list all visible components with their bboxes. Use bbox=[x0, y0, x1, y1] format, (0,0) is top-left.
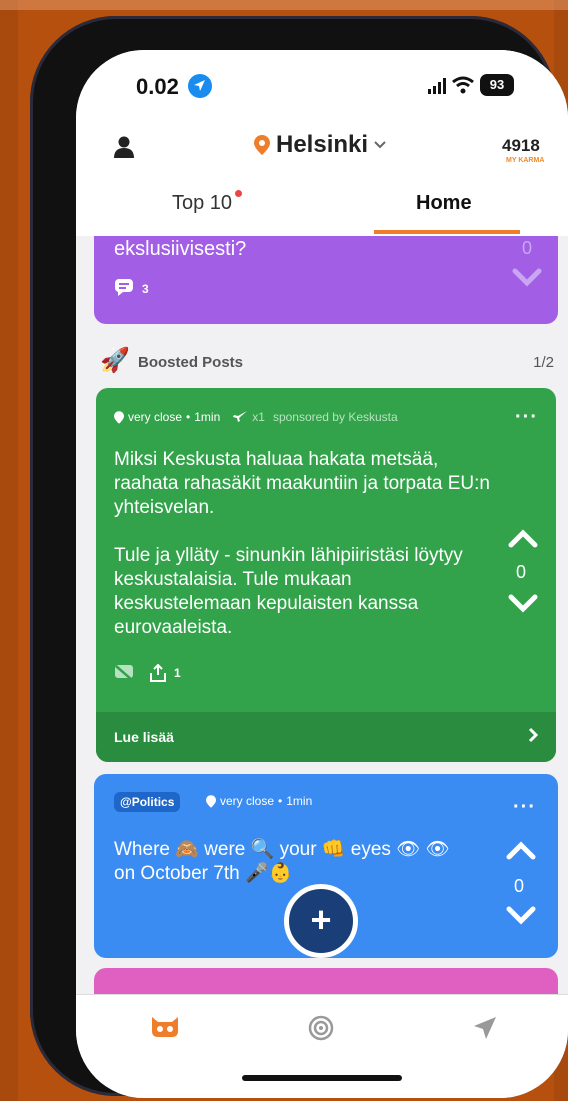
upvote-icon[interactable] bbox=[508, 528, 538, 548]
boosted-posts-header: 🚀 Boosted Posts 1/2 bbox=[76, 346, 568, 382]
rocket-icon: 🚀 bbox=[100, 347, 130, 374]
comment-count: 3 bbox=[142, 282, 149, 296]
send-icon[interactable] bbox=[472, 1015, 498, 1041]
tab-top10[interactable]: Top 10 bbox=[172, 192, 232, 215]
wifi-icon bbox=[452, 76, 474, 94]
boost-rocket-icon bbox=[233, 411, 248, 422]
downvote-icon[interactable] bbox=[512, 268, 542, 288]
city-selector[interactable]: Helsinki bbox=[254, 130, 386, 160]
channels-icon[interactable] bbox=[308, 1015, 334, 1041]
meta-separator: • bbox=[186, 410, 191, 424]
plus-icon: + bbox=[310, 899, 332, 940]
no-comments-icon[interactable] bbox=[114, 664, 134, 682]
karma-label: MY KARMA bbox=[506, 157, 545, 164]
post-text: ekslusiivisesti? bbox=[114, 238, 247, 260]
jodel-home-icon[interactable] bbox=[150, 1015, 180, 1039]
post-body: Miksi Keskusta haluaa hakata metsää, raa… bbox=[114, 449, 490, 638]
tab-bar-top: Top 10 Home bbox=[76, 180, 568, 236]
meta-separator: • bbox=[278, 794, 283, 808]
downvote-icon[interactable] bbox=[508, 594, 538, 614]
comment-icon[interactable] bbox=[114, 278, 134, 296]
post-meta: very close • 1min x1 sponsored by Keskus… bbox=[114, 410, 398, 424]
active-tab-underline bbox=[374, 230, 520, 234]
location-pin-icon bbox=[114, 410, 124, 424]
location-pin-icon bbox=[254, 135, 270, 155]
more-options-icon[interactable]: ··· bbox=[515, 406, 538, 429]
location-pin-icon bbox=[206, 794, 216, 808]
read-more-button[interactable]: Lue lisää bbox=[96, 712, 556, 762]
bottom-tab-bar bbox=[76, 994, 568, 1098]
tab-home[interactable]: Home bbox=[416, 192, 472, 215]
battery-indicator: 93 bbox=[480, 74, 514, 96]
status-time: 0.02 bbox=[136, 74, 179, 99]
profile-icon[interactable] bbox=[112, 136, 136, 158]
signal-icon bbox=[428, 78, 446, 94]
post-card-sponsored[interactable]: very close • 1min x1 sponsored by Keskus… bbox=[96, 388, 556, 762]
boosted-label: Boosted Posts bbox=[138, 354, 244, 371]
boosted-page-indicator: 1/2 bbox=[533, 354, 554, 371]
vote-count: 0 bbox=[515, 562, 526, 582]
post-meta: very close • 1min bbox=[206, 794, 312, 808]
post-distance: very close bbox=[128, 410, 183, 424]
status-bar: 0.02 93 bbox=[76, 50, 568, 130]
share-count: 1 bbox=[174, 666, 181, 680]
karma-value[interactable]: 4918 bbox=[502, 136, 540, 156]
notification-dot bbox=[235, 190, 242, 197]
background-top bbox=[0, 0, 568, 10]
share-group[interactable]: 1 bbox=[150, 664, 181, 682]
new-post-button[interactable]: + bbox=[284, 884, 358, 958]
more-options-icon[interactable]: ··· bbox=[513, 796, 536, 819]
boost-count: x1 bbox=[252, 410, 265, 424]
chevron-right-icon bbox=[528, 727, 538, 743]
post-card-purple[interactable]: ekslusiivisesti? 0 3 bbox=[94, 236, 558, 324]
post-body: Where 🙈 were 🔍 your 👊 eyes 👁 👁 on Octobe… bbox=[114, 839, 450, 884]
background-left bbox=[0, 0, 18, 1101]
vote-count: 0 bbox=[521, 238, 532, 258]
phone-screen: 0.02 93 Helsinki 4918 MY KARMA Top 10 Ho… bbox=[76, 50, 568, 1098]
location-arrow-icon bbox=[188, 74, 212, 98]
downvote-icon[interactable] bbox=[506, 906, 536, 926]
read-more-label: Lue lisää bbox=[114, 729, 174, 745]
vote-count: 0 bbox=[513, 876, 524, 896]
upvote-icon[interactable] bbox=[506, 840, 536, 860]
share-icon bbox=[150, 664, 166, 682]
home-indicator bbox=[242, 1075, 402, 1081]
post-footer: 1 bbox=[114, 664, 181, 682]
post-distance: very close bbox=[220, 794, 275, 808]
city-name: Helsinki bbox=[276, 131, 369, 158]
sponsor-label: sponsored by Keskusta bbox=[272, 410, 398, 424]
post-age: 1min bbox=[286, 794, 313, 808]
channel-tag[interactable]: @Politics bbox=[114, 792, 181, 812]
post-age: 1min bbox=[194, 410, 221, 424]
phone-frame: 0.02 93 Helsinki 4918 MY KARMA Top 10 Ho… bbox=[30, 16, 568, 1098]
chevron-down-icon bbox=[374, 141, 386, 149]
